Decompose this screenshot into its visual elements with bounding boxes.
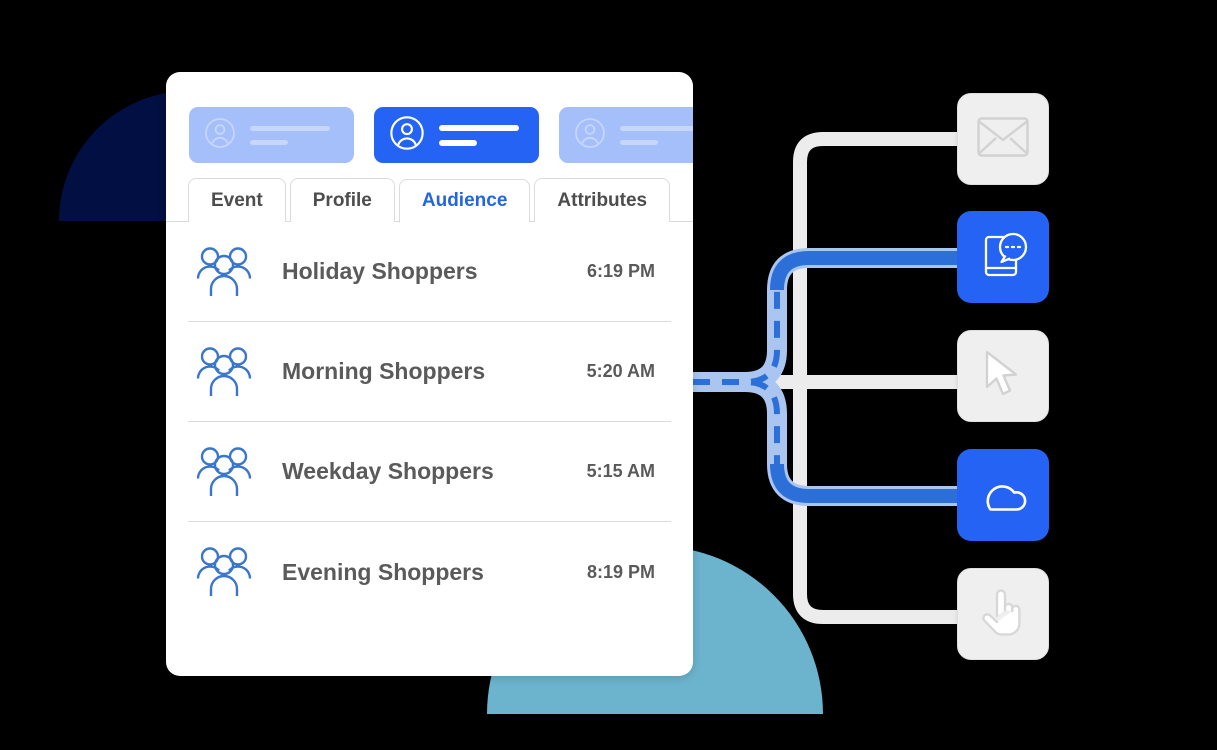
- profile-pill-row: [166, 72, 693, 177]
- tab-profile[interactable]: Profile: [289, 178, 395, 222]
- sms-chat-phone-icon: [975, 227, 1031, 288]
- audience-time: 8:19 PM: [586, 561, 655, 582]
- people-group-icon: [188, 445, 260, 499]
- connector-halo-to-sms: [693, 248, 958, 392]
- cursor-arrow-icon: [981, 349, 1025, 404]
- people-group-icon: [188, 545, 260, 599]
- envelope-icon: [977, 116, 1029, 162]
- table-row[interactable]: Holiday Shoppers 6:19 PM: [188, 222, 671, 322]
- cloud-icon: [975, 472, 1031, 519]
- profile-pill-2[interactable]: [374, 107, 539, 163]
- audience-name: Holiday Shoppers: [282, 258, 478, 284]
- line-primary: [620, 125, 693, 131]
- audience-list: Holiday Shoppers 6:19 PM Morning Shopper…: [166, 222, 693, 622]
- tab-bar: Event Profile Audience Attributes: [166, 177, 693, 223]
- line-primary: [439, 124, 519, 131]
- profile-pill-2-lines: [439, 124, 519, 146]
- audience-name: Morning Shoppers: [282, 358, 486, 384]
- pointing-hand-icon: [979, 586, 1027, 643]
- people-group-icon: [188, 345, 260, 399]
- tab-attributes[interactable]: Attributes: [534, 178, 671, 222]
- audience-time: 5:20 AM: [586, 361, 655, 381]
- channel-tile-cloud[interactable]: [957, 449, 1049, 541]
- profile-card: Event Profile Audience Attributes Holida…: [166, 72, 693, 676]
- audience-time: 5:15 AM: [586, 461, 655, 481]
- user-avatar-icon: [388, 114, 426, 157]
- profile-pill-1-lines: [250, 125, 330, 145]
- line-primary: [250, 125, 330, 131]
- channel-tile-cursor[interactable]: [957, 330, 1049, 422]
- line-secondary: [250, 139, 288, 145]
- table-row[interactable]: Evening Shoppers 8:19 PM: [188, 522, 671, 622]
- connector-halo-to-cloud: [693, 372, 958, 506]
- user-avatar-icon: [203, 116, 237, 155]
- line-secondary: [439, 139, 477, 146]
- audience-name: Weekday Shoppers: [282, 458, 494, 484]
- tab-event[interactable]: Event: [188, 178, 286, 222]
- table-row[interactable]: Weekday Shoppers 5:15 AM: [188, 422, 671, 522]
- table-row[interactable]: Morning Shoppers 5:20 AM: [188, 322, 671, 422]
- channel-tile-sms[interactable]: [957, 211, 1049, 303]
- channel-tile-email[interactable]: [957, 93, 1049, 185]
- channel-tile-hand[interactable]: [957, 568, 1049, 660]
- people-group-icon: [188, 245, 260, 299]
- profile-pill-1[interactable]: [189, 107, 354, 163]
- tab-audience[interactable]: Audience: [398, 179, 531, 223]
- user-avatar-icon: [573, 116, 607, 155]
- profile-pill-3-lines: [620, 125, 693, 145]
- line-secondary: [620, 139, 658, 145]
- illustration-stage: Event Profile Audience Attributes Holida…: [0, 0, 1217, 750]
- audience-time: 6:19 PM: [586, 261, 655, 281]
- audience-name: Evening Shoppers: [282, 558, 484, 585]
- profile-pill-3[interactable]: [559, 107, 693, 163]
